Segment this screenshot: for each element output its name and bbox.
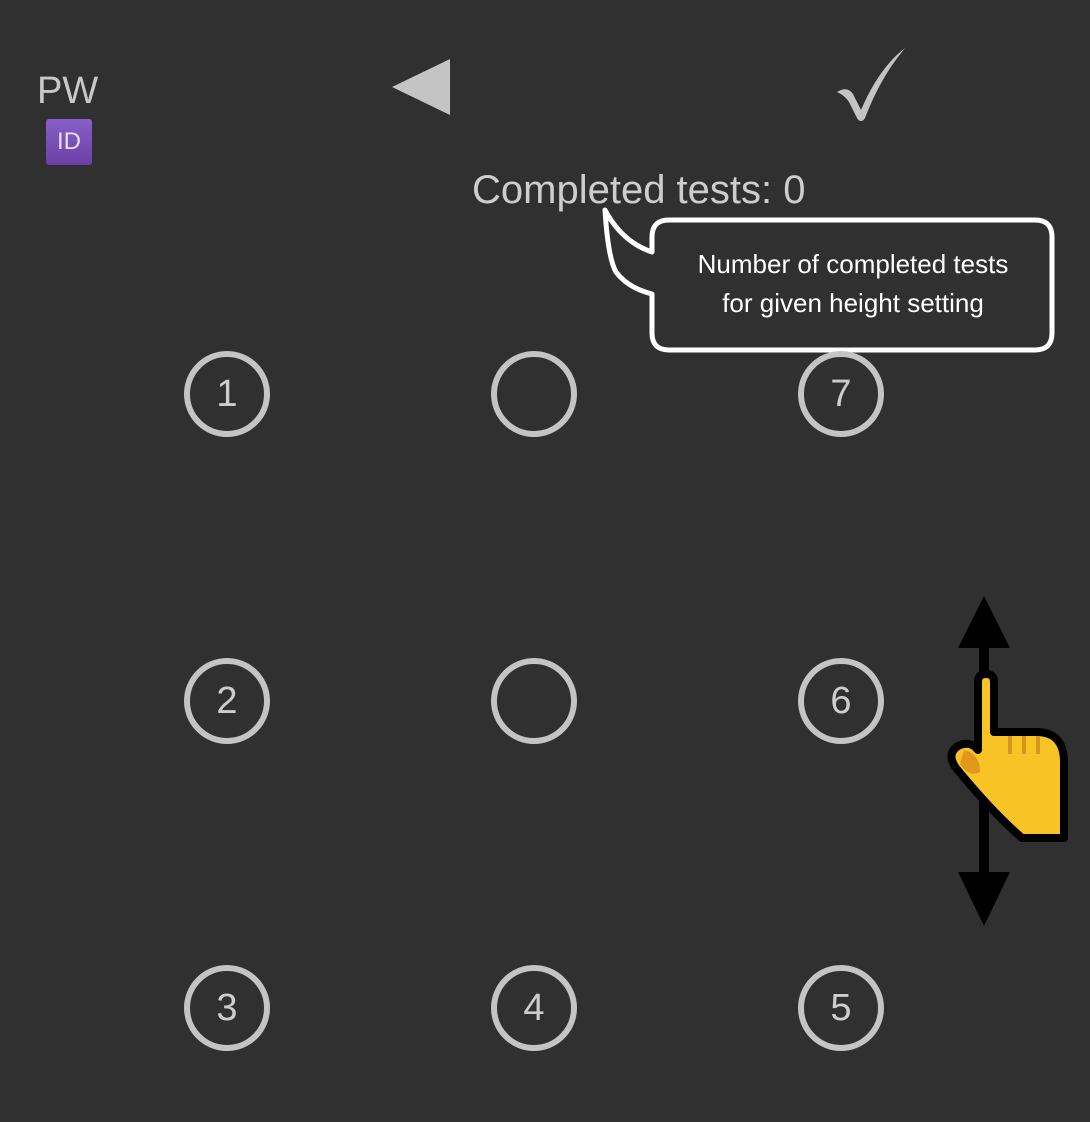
confirm-button[interactable] bbox=[825, 40, 915, 130]
pattern-dot-9[interactable]: 5 bbox=[798, 965, 884, 1051]
check-mark-icon bbox=[837, 48, 905, 121]
tooltip-text: Number of completed tests for given heig… bbox=[655, 222, 1051, 348]
pattern-dot-8[interactable]: 4 bbox=[491, 965, 577, 1051]
pattern-dot-1[interactable]: 1 bbox=[184, 351, 270, 437]
pattern-dot-2[interactable] bbox=[491, 351, 577, 437]
swipe-vertical-hand-icon bbox=[947, 596, 1068, 926]
id-badge-icon: ID bbox=[46, 119, 92, 165]
triangle-left-icon bbox=[392, 59, 450, 115]
pattern-dot-6[interactable]: 6 bbox=[798, 658, 884, 744]
pattern-dot-4[interactable]: 2 bbox=[184, 658, 270, 744]
pattern-dot-5[interactable] bbox=[491, 658, 577, 744]
pattern-dot-7[interactable]: 3 bbox=[184, 965, 270, 1051]
tooltip-line-1: Number of completed tests bbox=[697, 249, 1009, 279]
pattern-screen: PW ID Completed tests: 0 Number of compl… bbox=[0, 0, 1090, 1122]
back-button[interactable] bbox=[388, 55, 458, 125]
account-label: PW bbox=[37, 70, 99, 112]
pattern-dot-3[interactable]: 7 bbox=[798, 351, 884, 437]
tooltip-line-2: for given height setting bbox=[722, 288, 984, 318]
